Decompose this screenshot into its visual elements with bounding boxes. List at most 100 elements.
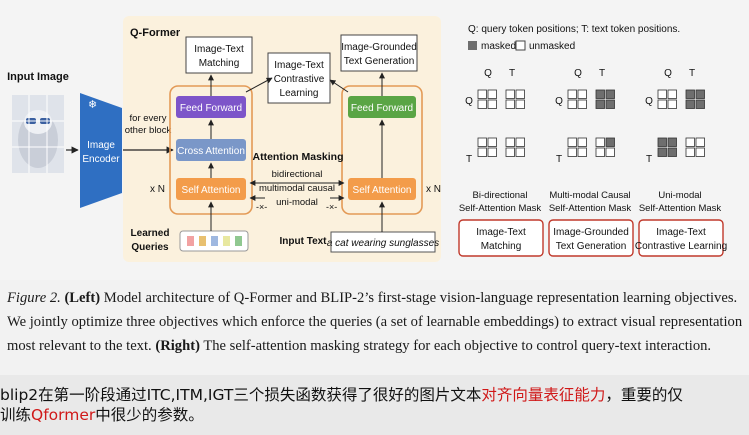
mask-title-line1: Uni-modal	[658, 190, 701, 201]
subtitle-bar: blip2在第一阶段通过ITC,ITM,IGT三个损失函数获得了很好的图片文本对…	[0, 375, 749, 435]
objective-line1: Image-Grounded	[553, 227, 629, 238]
unmasked-cell	[477, 147, 487, 157]
mask-title-line1: Bi-directional	[473, 190, 528, 201]
caption-text2: The self-attention masking strategy for …	[199, 338, 712, 354]
masked-legend-swatch	[468, 41, 477, 50]
grid-t-label: T	[509, 68, 515, 79]
mask-bidirectional: bidirectional	[272, 169, 323, 180]
unmasked-cell	[505, 99, 515, 109]
objective-line2: Text Generation	[556, 241, 627, 252]
unmasked-cell	[695, 147, 705, 157]
unmasked-cell	[487, 89, 497, 99]
masked-cell	[605, 89, 615, 99]
grid-t-row-label: T	[646, 154, 652, 165]
every-other-block-line2: other block	[125, 125, 172, 136]
learned-queries-line2: Queries	[131, 242, 169, 253]
input-image-label: Input Image	[7, 71, 69, 83]
figure-caption: Figure 2. (Left) Model architecture of Q…	[7, 286, 743, 358]
mask-title-line2: Self-Attention Mask	[459, 203, 542, 214]
unmasked-cell	[515, 137, 525, 147]
unmasked-cell	[505, 137, 515, 147]
architecture-diagram: Input Image ❄ Image Encoder Q-Former for…	[7, 16, 727, 262]
unmasked-cell	[477, 89, 487, 99]
svg-text:Matching: Matching	[199, 58, 240, 69]
unmasked-legend-swatch	[515, 40, 526, 51]
grid-t-label: T	[599, 68, 605, 79]
svg-text:Text Generation: Text Generation	[344, 56, 415, 67]
input-text-label: Input Text	[279, 236, 327, 247]
grid-q-label: Q	[484, 68, 492, 79]
masked-cell	[657, 137, 667, 147]
grid-q-label: Q	[664, 68, 672, 79]
svg-text:-×-: -×-	[256, 202, 267, 212]
input-text-value: a cat wearing sunglasses	[327, 238, 439, 249]
masked-cell	[695, 89, 705, 99]
mask-title-line1: Multi-modal Causal	[549, 190, 630, 201]
itc-objective-box: Image-Text Contrastive Learning	[267, 52, 331, 104]
objective-line2: Matching	[481, 241, 522, 252]
attention-masking-label: Attention Masking	[253, 151, 344, 163]
cat-image	[12, 95, 64, 173]
unmasked-cell	[577, 147, 587, 157]
objective-line2: Contrastive Learning	[635, 241, 727, 252]
xn-right: x N	[426, 184, 441, 195]
every-other-block-line1: for every	[130, 113, 167, 124]
unmasked-cell	[505, 89, 515, 99]
unmasked-cell	[577, 89, 587, 99]
unmasked-cell	[605, 147, 615, 157]
unmasked-cell	[695, 137, 705, 147]
unmasked-cell	[667, 99, 677, 109]
svg-text:Image-Text: Image-Text	[274, 60, 324, 71]
unmasked-cell	[515, 147, 525, 157]
xn-left: x N	[150, 184, 165, 195]
mask-unimodal: uni-modal	[276, 197, 318, 208]
masked-cell	[667, 147, 677, 157]
unmasked-cell	[567, 89, 577, 99]
unmasked-cell	[577, 99, 587, 109]
unmasked-cell	[567, 137, 577, 147]
svg-text:Self Attention: Self Attention	[353, 185, 412, 196]
unmasked-cell	[477, 99, 487, 109]
svg-text:Contrastive: Contrastive	[274, 74, 325, 85]
unmasked-cell	[487, 147, 497, 157]
subtitle-text: blip2在第一阶段通过ITC,ITM,IGT三个损失函数获得了很好的图片文本对…	[0, 385, 749, 425]
grid-t-row-label: T	[556, 154, 562, 165]
masked-cell	[685, 99, 695, 109]
unmasked-cell	[657, 99, 667, 109]
unmasked-cell	[667, 89, 677, 99]
unmasked-cell	[515, 99, 525, 109]
svg-text:Cross Attention: Cross Attention	[177, 146, 245, 157]
subtitle-line1: blip2在第一阶段通过ITC,ITM,IGT三个损失函数获得了很好的图片文本对…	[0, 386, 683, 404]
svg-text:Image-Grounded: Image-Grounded	[341, 42, 417, 53]
unmasked-cell	[595, 137, 605, 147]
unmasked-cell	[487, 99, 497, 109]
qformer-title: Q-Former	[130, 27, 181, 39]
subtitle-line2: 训练Qformer中很少的参数。	[0, 406, 204, 424]
image-encoder-line1: Image	[87, 140, 115, 151]
unmasked-cell	[685, 137, 695, 147]
grid-q-row-label: Q	[465, 96, 473, 107]
unmasked-cell	[515, 89, 525, 99]
mask-grids: Q T Q T Bi-directional Self-Attention Mask Ima…	[458, 68, 727, 257]
masked-cell	[595, 99, 605, 109]
legend-qt: Q: query token positions; T: text token …	[468, 24, 680, 35]
grid-q-row-label: Q	[645, 96, 653, 107]
unmasked-cell	[567, 147, 577, 157]
objective-line1: Image-Text	[476, 227, 526, 238]
grid-t-row-label: T	[466, 154, 472, 165]
blip2-figure: Input Image ❄ Image Encoder Q-Former for…	[0, 0, 749, 280]
mask-title-line2: Self-Attention Mask	[639, 203, 722, 214]
masked-cell	[695, 99, 705, 109]
svg-text:Feed Forward: Feed Forward	[351, 103, 413, 114]
caption-right-label: (Right)	[155, 338, 200, 354]
unmasked-cell	[657, 89, 667, 99]
caption-left-label: (Left)	[64, 290, 101, 306]
grid-q-row-label: Q	[555, 96, 563, 107]
masked-cell	[595, 89, 605, 99]
masked-cell	[605, 137, 615, 147]
svg-text:-×-: -×-	[326, 202, 337, 212]
unmasked-cell	[577, 137, 587, 147]
screenshot: Input Image ❄ Image Encoder Q-Former for…	[0, 0, 749, 435]
unmasked-cell	[477, 137, 487, 147]
unmasked-cell	[685, 147, 695, 157]
